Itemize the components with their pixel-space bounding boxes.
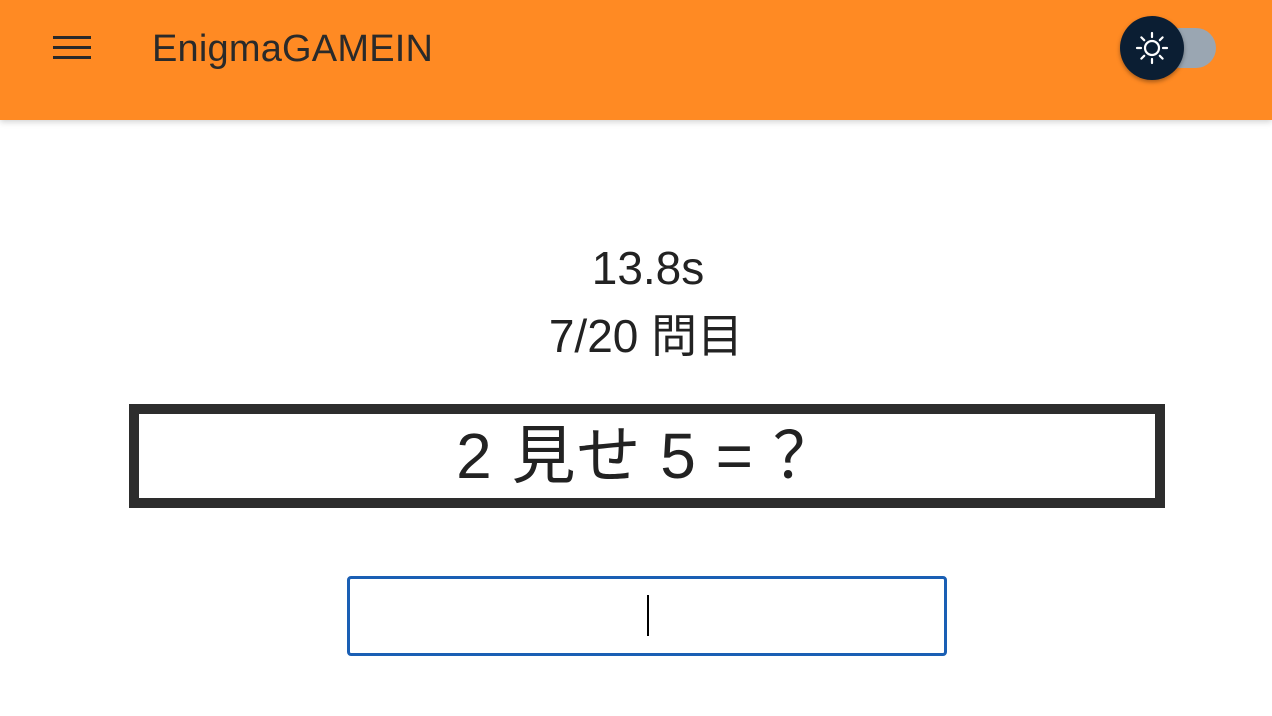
timer: 13.8s bbox=[591, 242, 705, 294]
app-bar: EnigmaGAMEIN bbox=[0, 0, 1272, 120]
theme-toggle[interactable] bbox=[1120, 16, 1220, 80]
menu-button[interactable] bbox=[40, 24, 104, 72]
hamburger-menu-icon bbox=[53, 36, 91, 59]
toggle-thumb bbox=[1120, 16, 1184, 80]
question-box: 2 見せ 5 = ？ bbox=[129, 404, 1165, 508]
text-cursor bbox=[647, 595, 649, 636]
question-progress: 7/20 問目 bbox=[548, 310, 744, 362]
sun-icon bbox=[1135, 31, 1169, 65]
question-text: 2 見せ 5 = ？ bbox=[456, 420, 838, 492]
app-title: EnigmaGAMEIN bbox=[152, 28, 434, 70]
